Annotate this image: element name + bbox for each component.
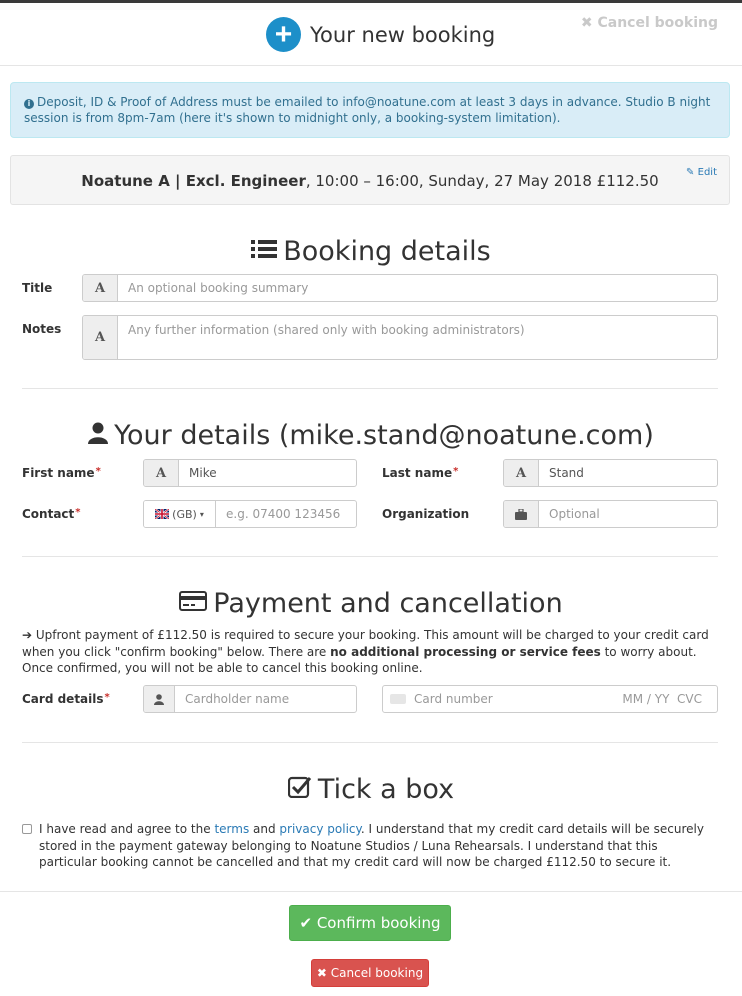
modal-title: + Your new booking (266, 17, 495, 52)
text-format-icon: A (83, 316, 118, 359)
modal-header: + Your new booking ✖ Cancel booking (0, 3, 742, 66)
caret-down-icon: ▾ (199, 509, 204, 519)
card-placeholder-icon (390, 694, 406, 704)
payment-text-bold: no additional processing or service fees (330, 644, 601, 659)
footer-divider (0, 891, 742, 892)
plus-circle-icon: + (266, 17, 301, 52)
notes-input-group[interactable]: A Any further information (shared only w… (82, 315, 718, 360)
summary-text: Noatune A | Excl. Engineer, 10:00 – 16:0… (11, 172, 729, 190)
list-icon (251, 236, 278, 267)
country-select[interactable]: (GB) ▾ (144, 501, 216, 527)
title-input[interactable]: An optional booking summary (118, 275, 717, 301)
card-expiry-cvc[interactable]: MM / YY CVC (622, 692, 702, 706)
first-name-group[interactable]: A Mike (143, 459, 357, 487)
payment-title: Payment and cancellation (213, 588, 563, 619)
required-mark: * (95, 466, 101, 477)
divider (22, 388, 718, 389)
divider (22, 742, 718, 743)
summary-details: , 10:00 – 16:00, Sunday, 27 May 2018 £11… (305, 172, 659, 190)
info-text: Deposit, ID & Proof of Address must be e… (24, 95, 711, 125)
arrow-right-icon: ➔ (22, 628, 33, 642)
info-alert: i Deposit, ID & Proof of Address must be … (10, 82, 730, 138)
organization-input[interactable]: Optional (539, 501, 717, 527)
card-details-label: Card details* (22, 692, 110, 706)
uk-flag-icon (155, 509, 170, 519)
payment-description: ➔ Upfront payment of £112.50 is required… (22, 627, 718, 677)
first-name-label-text: First name (22, 466, 95, 480)
user-icon (88, 420, 109, 451)
payment-heading: Payment and cancellation (0, 588, 742, 619)
tick-heading: Tick a box (0, 774, 742, 805)
last-name-input[interactable]: Stand (539, 460, 717, 486)
phone-input[interactable]: e.g. 07400 123456 (216, 501, 356, 527)
first-name-input[interactable]: Mike (179, 460, 356, 486)
contact-group[interactable]: (GB) ▾ e.g. 07400 123456 (143, 500, 357, 528)
cardholder-input[interactable]: Cardholder name (175, 686, 356, 712)
card-number-group[interactable]: Card number MM / YY CVC (382, 685, 718, 713)
organization-group[interactable]: Optional (503, 500, 718, 528)
agree-checkbox[interactable] (22, 824, 32, 834)
last-name-label: Last name* (382, 466, 458, 480)
edit-link[interactable]: ✎ Edit (686, 167, 717, 178)
cancel-booking-button[interactable]: ✖ Cancel booking (311, 959, 429, 987)
summary-room: Noatune A | Excl. Engineer (81, 172, 306, 190)
cancel-booking-link-top[interactable]: ✖ Cancel booking (581, 15, 718, 31)
required-mark: * (104, 692, 110, 703)
booking-details-heading: Booking details (0, 236, 742, 267)
text-format-icon: A (144, 460, 179, 486)
required-mark: * (453, 466, 459, 477)
pencil-icon: ✎ (686, 167, 695, 178)
credit-card-icon (179, 588, 208, 619)
your-details-title: Your details (mike.stand@noatune.com) (114, 420, 654, 451)
check-square-icon (287, 774, 312, 805)
confirm-booking-button[interactable]: ✔ Confirm booking (289, 905, 451, 941)
info-circle-icon: i (24, 99, 34, 109)
your-details-heading: Your details (mike.stand@noatune.com) (0, 420, 742, 451)
organization-label: Organization (382, 507, 470, 521)
tick-title: Tick a box (317, 774, 455, 805)
user-icon (144, 686, 175, 712)
privacy-policy-link[interactable]: privacy policy (279, 822, 360, 836)
title-label: Title (22, 281, 53, 295)
text-format-icon: A (504, 460, 539, 486)
required-mark: * (75, 507, 81, 518)
cardholder-group[interactable]: Cardholder name (143, 685, 357, 713)
text-format-icon: A (83, 275, 118, 301)
card-number-placeholder: Card number (414, 692, 493, 706)
booking-details-title: Booking details (283, 236, 491, 267)
contact-label: Contact* (22, 507, 81, 521)
notes-textarea[interactable]: Any further information (shared only wit… (118, 316, 717, 359)
title-input-group[interactable]: A An optional booking summary (82, 274, 718, 302)
terms-link[interactable]: terms (214, 822, 249, 836)
edit-label: Edit (697, 167, 717, 178)
booking-summary: Noatune A | Excl. Engineer, 10:00 – 16:0… (10, 155, 730, 205)
agreement-text: I have read and agree to the terms and p… (39, 821, 719, 871)
contact-label-text: Contact (22, 507, 75, 521)
last-name-label-text: Last name (382, 466, 453, 480)
agreement-pre: I have read and agree to the (39, 822, 215, 836)
briefcase-icon (504, 501, 539, 527)
card-number-input[interactable]: Card number MM / YY CVC (383, 686, 717, 712)
notes-label: Notes (22, 322, 62, 336)
card-details-label-text: Card details (22, 692, 104, 706)
country-code: (GB) (172, 507, 197, 521)
agreement-and: and (249, 822, 280, 836)
last-name-group[interactable]: A Stand (503, 459, 718, 487)
modal-title-text: Your new booking (310, 22, 496, 47)
divider (22, 556, 718, 557)
first-name-label: First name* (22, 466, 101, 480)
